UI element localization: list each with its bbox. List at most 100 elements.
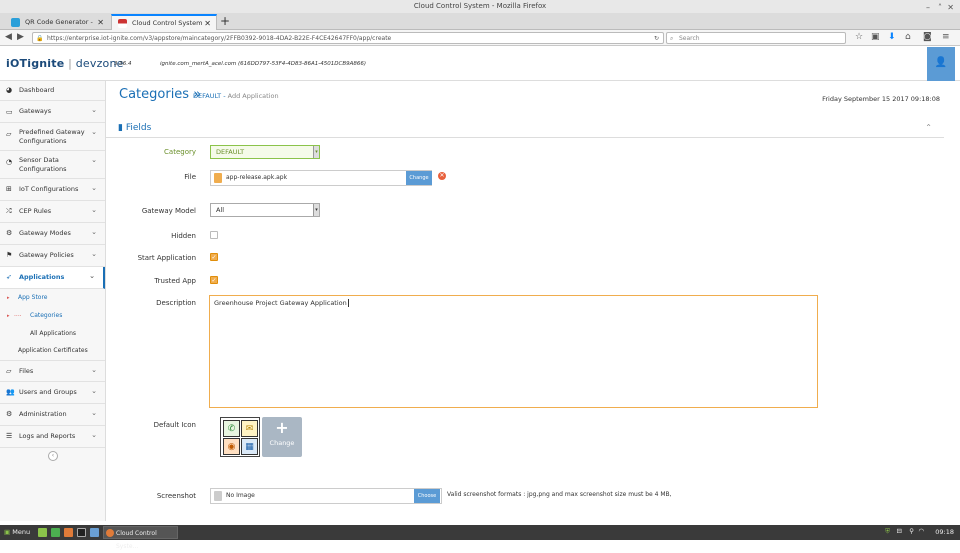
search-placeholder: Search: [679, 35, 700, 42]
gateway-model-select[interactable]: All ▾: [210, 203, 320, 217]
files-icon[interactable]: [90, 528, 99, 537]
firefox-icon[interactable]: [64, 528, 73, 537]
bookmark-star-icon[interactable]: ☆: [855, 32, 863, 42]
description-textarea[interactable]: Greenhouse Project Gateway Application: [209, 295, 818, 408]
dashboard-icon: ◕: [6, 86, 13, 94]
tab-cloud-control[interactable]: Cloud Control System ✕: [111, 14, 217, 30]
fields-panel-header: ▮ Fields ⌃: [106, 120, 944, 138]
sidebar-item-label: Logs and Reports: [19, 432, 76, 440]
network-icon[interactable]: ⊟: [897, 527, 902, 535]
sidebar-item-gateway-policies[interactable]: ⚑ Gateway Policies ⌄: [0, 245, 105, 267]
show-desktop-icon[interactable]: [38, 528, 47, 537]
start-app-label: Start Application: [137, 254, 196, 262]
phone-icon: ✆: [223, 420, 240, 437]
sidebar-sub-all-applications[interactable]: All Applications: [30, 330, 76, 337]
sidebar-item-sensor-data[interactable]: ◔ Sensor Data Configurations ⌄: [0, 151, 105, 179]
taskbar-window-cloud-control[interactable]: Cloud Control Syste...: [103, 526, 178, 550]
trusted-app-checkbox[interactable]: ✓: [210, 276, 218, 284]
users-icon: 👥: [6, 388, 15, 396]
sidebar-item-cep-rules[interactable]: ⤮ CEP Rules ⌄: [0, 201, 105, 223]
download-icon[interactable]: ⬇: [888, 32, 896, 42]
start-menu-button[interactable]: ▣ Menu: [4, 527, 30, 538]
remove-file-icon[interactable]: ✕: [438, 172, 446, 180]
logo[interactable]: iOTignite | devzone: [6, 57, 124, 70]
sidebar-item-label: Files: [19, 367, 34, 375]
sidebar-sub-app-store[interactable]: App Store: [18, 294, 48, 301]
change-icon-button[interactable]: + Change: [262, 417, 302, 457]
clipboard-icon[interactable]: ▣: [871, 32, 880, 42]
console-icon[interactable]: [77, 528, 86, 537]
plus-icon: +: [275, 418, 289, 437]
clock[interactable]: 09:18: [935, 527, 954, 538]
tab-qr-generator[interactable]: QR Code Generator - Creat ✕: [4, 14, 110, 41]
breadcrumb: DEFAULT - Add Application: [193, 92, 279, 100]
collapse-sidebar-button[interactable]: ‹: [48, 451, 58, 461]
url-text: https://enterprise.iot-ignite.com/v3/app…: [47, 35, 392, 42]
breadcrumb-category[interactable]: DEFAULT: [193, 92, 221, 100]
user-menu-button[interactable]: 👤: [927, 47, 955, 81]
chevron-down-icon: ⌄: [91, 409, 97, 417]
sidebar-item-gateways[interactable]: ▭ Gateways ⌄: [0, 101, 105, 123]
current-date: Friday September 15 2017 09:18:08: [822, 95, 940, 103]
pocket-icon[interactable]: ◙: [923, 32, 932, 42]
sidebar-item-label: CEP Rules: [19, 207, 52, 215]
category-select[interactable]: DEFAULT ▾: [210, 145, 320, 159]
main-content: Categories » DEFAULT - Add Application F…: [106, 81, 960, 521]
user-tray-icon[interactable]: ⚲: [909, 527, 914, 535]
tree-line-icon: ····: [14, 313, 22, 320]
cloud-favicon-icon: [118, 19, 127, 28]
hidden-checkbox[interactable]: [210, 231, 218, 239]
search-input[interactable]: ⌕ Search: [666, 32, 846, 44]
mail-icon: ✉: [241, 420, 258, 437]
sidebar-item-logs-reports[interactable]: ☰ Logs and Reports ⌄: [0, 426, 105, 448]
shield-icon[interactable]: ⛨: [885, 527, 890, 536]
logo-main: iOTignite: [6, 57, 65, 70]
reload-icon[interactable]: ↻: [654, 33, 659, 43]
sidebar-item-applications[interactable]: ➶ Applications ⌄: [0, 267, 105, 289]
picture-icon: ▦: [241, 438, 258, 455]
menu-icon[interactable]: ≡: [942, 32, 950, 42]
file-change-button[interactable]: Change: [406, 171, 432, 185]
trusted-app-label: Trusted App: [154, 277, 196, 285]
sidebar-item-label: Gateway Modes: [19, 229, 71, 237]
sidebar-item-label: IoT Configurations: [19, 185, 79, 193]
sidebar-item-dashboard[interactable]: ◕ Dashboard: [0, 81, 105, 101]
wifi-icon[interactable]: ◠: [918, 527, 924, 535]
chevron-down-icon: ⌄: [91, 228, 97, 236]
qr-favicon-icon: [11, 18, 20, 27]
description-value: Greenhouse Project Gateway Application: [214, 299, 347, 307]
taskbar-task-label: Cloud Control Syste...: [116, 530, 157, 550]
category-value: DEFAULT: [216, 148, 245, 156]
sidebar-item-label: Gateway Policies: [19, 251, 74, 259]
home-icon[interactable]: ⌂: [905, 32, 911, 42]
sidebar-item-gateway-modes[interactable]: ⚙ Gateway Modes ⌄: [0, 223, 105, 245]
new-tab-icon[interactable]: +: [220, 13, 230, 30]
terminal-icon[interactable]: [51, 528, 60, 537]
sidebar-item-label: Applications: [19, 273, 65, 281]
forward-icon[interactable]: ▶: [17, 32, 24, 42]
sidebar-item-predefined[interactable]: ▱ Predefined Gateway Configurations ⌄: [0, 123, 105, 151]
version-label: 3.36.4: [114, 61, 132, 67]
sidebar-item-administration[interactable]: ⚙ Administration ⌄: [0, 404, 105, 426]
start-app-checkbox[interactable]: ✓: [210, 253, 218, 261]
screenshot-label: Screenshot: [156, 492, 196, 500]
screenshot-choose-button[interactable]: Choose: [414, 489, 440, 503]
sidebar-item-iot-config[interactable]: ⊞ IoT Configurations ⌄: [0, 179, 105, 201]
sidebar-item-label: Predefined Gateway Configurations: [19, 128, 85, 145]
close-tab-icon[interactable]: ✕: [204, 16, 211, 31]
bullet-icon: ▸: [7, 295, 10, 301]
sidebar-sub-categories[interactable]: Categories: [30, 312, 62, 319]
screenshot-input[interactable]: No Image: [210, 488, 442, 504]
back-icon[interactable]: ◀: [5, 32, 12, 42]
sidebar-item-users-groups[interactable]: 👥 Users and Groups ⌄: [0, 382, 105, 404]
collapse-panel-icon[interactable]: ⌃: [925, 123, 932, 132]
dropdown-arrow-icon: ▾: [313, 146, 319, 158]
sidebar-item-files[interactable]: ▱ Files ⌄: [0, 360, 105, 382]
sidebar-sub-certificates[interactable]: Application Certificates: [18, 347, 88, 354]
url-bar[interactable]: 🔒 https://enterprise.iot-ignite.com/v3/a…: [32, 32, 664, 44]
bullet-icon: ▸: [7, 313, 10, 319]
sitemap-icon: ⊞: [6, 185, 12, 193]
file-input[interactable]: app-release.apk.apk: [210, 170, 432, 186]
chevron-down-icon: ⌄: [91, 106, 97, 114]
close-tab-icon[interactable]: ✕: [97, 15, 104, 30]
